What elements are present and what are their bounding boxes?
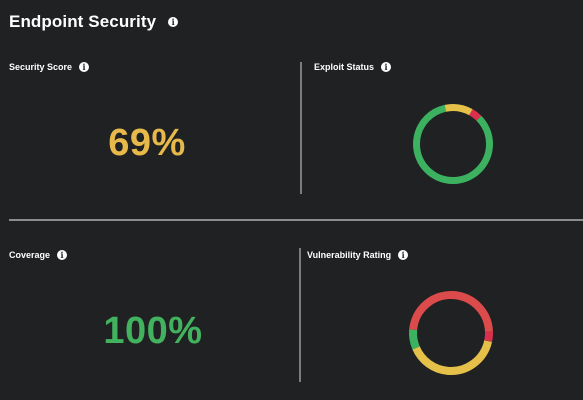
info-icon[interactable]: i [57,250,68,260]
info-icon[interactable]: i [381,62,392,72]
vulnerability-rating-label-row: Vulnerability Rating i [307,250,409,260]
vertical-divider [300,62,302,194]
vertical-divider [299,248,301,382]
page-title: Endpoint Security [9,12,157,31]
info-icon[interactable]: i [79,62,90,72]
security-score-label: Security Score [9,62,73,72]
info-icon[interactable]: i [398,250,409,260]
security-score-label-row: Security Score i [9,62,90,72]
coverage-label: Coverage [9,250,51,260]
page-header: Endpoint Security i [9,12,179,32]
info-icon[interactable]: i [168,17,179,27]
coverage-value: 100% [103,310,203,352]
vulnerability-rating-donut-chart [409,291,493,375]
exploit-status-label-row: Exploit Status i [314,62,392,72]
exploit-status-label: Exploit Status [314,62,375,72]
coverage-label-row: Coverage i [9,250,68,260]
exploit-status-donut-chart [413,104,493,184]
horizontal-divider [9,219,583,221]
vulnerability-rating-label: Vulnerability Rating [307,250,392,260]
security-score-value: 69% [108,122,186,164]
